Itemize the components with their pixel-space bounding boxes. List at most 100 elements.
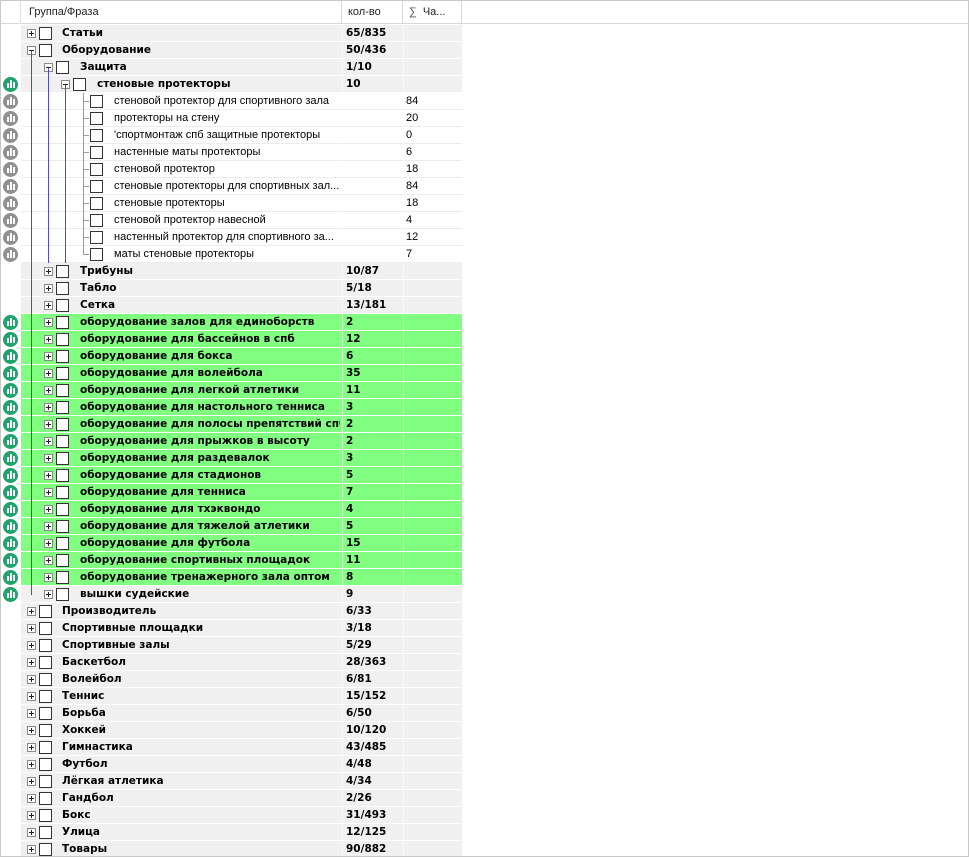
stats-icon[interactable] [3, 417, 18, 432]
row-checkbox[interactable] [73, 78, 86, 91]
column-header-group[interactable]: Группа/Фраза [21, 0, 342, 24]
stats-icon[interactable] [3, 570, 18, 585]
row-checkbox[interactable] [56, 588, 69, 601]
group-row[interactable]: оборудование для тяжелой атлетики 5 [0, 518, 969, 535]
group-row[interactable]: Производитель 6/33 [0, 603, 969, 620]
group-row[interactable]: стеновые протекторы 10 [0, 76, 969, 93]
group-row[interactable]: оборудование для легкой атлетики 11 [0, 382, 969, 399]
expand-icon[interactable] [44, 284, 53, 293]
expand-icon[interactable] [44, 556, 53, 565]
group-row[interactable]: оборудование для полосы препятствий спб 2 [0, 416, 969, 433]
group-row[interactable]: оборудование залов для единоборств 2 [0, 314, 969, 331]
row-checkbox[interactable] [56, 571, 69, 584]
stats-icon[interactable] [3, 230, 18, 245]
row-checkbox[interactable] [39, 27, 52, 40]
group-row[interactable]: вышки судейские 9 [0, 586, 969, 603]
row-checkbox[interactable] [39, 639, 52, 652]
stats-icon[interactable] [3, 553, 18, 568]
phrase-row[interactable]: 'спортмонтаж спб защитные протекторы 0 [0, 127, 969, 144]
row-checkbox[interactable] [56, 299, 69, 312]
row-checkbox[interactable] [56, 367, 69, 380]
row-checkbox[interactable] [56, 469, 69, 482]
group-row[interactable]: Защита 1/10 [0, 59, 969, 76]
group-row[interactable]: Футбол 4/48 [0, 756, 969, 773]
group-row[interactable]: оборудование для раздевалок 3 [0, 450, 969, 467]
group-row[interactable]: Сетка 13/181 [0, 297, 969, 314]
phrase-row[interactable]: стеновой протектор 18 [0, 161, 969, 178]
row-checkbox[interactable] [39, 673, 52, 686]
row-checkbox[interactable] [90, 163, 103, 176]
group-row[interactable]: Спортивные площадки 3/18 [0, 620, 969, 637]
expand-icon[interactable] [44, 403, 53, 412]
row-checkbox[interactable] [90, 180, 103, 193]
expand-icon[interactable] [27, 794, 36, 803]
row-checkbox[interactable] [39, 656, 52, 669]
expand-icon[interactable] [27, 641, 36, 650]
phrase-row[interactable]: настенный протектор для спортивного за..… [0, 229, 969, 246]
group-row[interactable]: оборудование для прыжков в высоту 2 [0, 433, 969, 450]
group-row[interactable]: Гандбол 2/26 [0, 790, 969, 807]
stats-icon[interactable] [3, 196, 18, 211]
stats-icon[interactable] [3, 213, 18, 228]
stats-icon[interactable] [3, 111, 18, 126]
phrase-row[interactable]: маты стеновые протекторы 7 [0, 246, 969, 263]
stats-icon[interactable] [3, 179, 18, 194]
phrase-row[interactable]: стеновой протектор для спортивного зала 8… [0, 93, 969, 110]
row-checkbox[interactable] [56, 401, 69, 414]
stats-icon[interactable] [3, 434, 18, 449]
expand-icon[interactable] [27, 675, 36, 684]
group-row[interactable]: Бокс 31/493 [0, 807, 969, 824]
row-checkbox[interactable] [56, 503, 69, 516]
group-row[interactable]: оборудование для стадионов 5 [0, 467, 969, 484]
group-row[interactable]: оборудование для тенниса 7 [0, 484, 969, 501]
stats-icon[interactable] [3, 247, 18, 262]
stats-icon[interactable] [3, 400, 18, 415]
expand-icon[interactable] [44, 267, 53, 276]
expand-icon[interactable] [27, 624, 36, 633]
row-checkbox[interactable] [56, 435, 69, 448]
row-checkbox[interactable] [39, 758, 52, 771]
expand-icon[interactable] [44, 471, 53, 480]
row-checkbox[interactable] [90, 146, 103, 159]
row-checkbox[interactable] [39, 622, 52, 635]
group-row[interactable]: Улица 12/125 [0, 824, 969, 841]
row-checkbox[interactable] [56, 61, 69, 74]
expand-icon[interactable] [44, 301, 53, 310]
row-checkbox[interactable] [39, 605, 52, 618]
expand-icon[interactable] [44, 488, 53, 497]
row-checkbox[interactable] [56, 384, 69, 397]
expand-icon[interactable] [27, 743, 36, 752]
expand-icon[interactable] [44, 522, 53, 531]
group-row[interactable]: оборудование тренажерного зала оптом 8 [0, 569, 969, 586]
group-row[interactable]: оборудование для настольного тенниса 3 [0, 399, 969, 416]
row-checkbox[interactable] [56, 418, 69, 431]
stats-icon[interactable] [3, 519, 18, 534]
expand-icon[interactable] [44, 352, 53, 361]
row-checkbox[interactable] [56, 350, 69, 363]
column-header-count[interactable]: кол-во [342, 0, 403, 24]
group-row[interactable]: оборудование для бокса 6 [0, 348, 969, 365]
row-checkbox[interactable] [56, 333, 69, 346]
group-row[interactable]: Оборудование 50/436 [0, 42, 969, 59]
stats-icon[interactable] [3, 502, 18, 517]
group-row[interactable]: оборудование для бассейнов в спб 12 [0, 331, 969, 348]
group-row[interactable]: оборудование для футбола 15 [0, 535, 969, 552]
row-checkbox[interactable] [90, 248, 103, 261]
group-row[interactable]: Лёгкая атлетика 4/34 [0, 773, 969, 790]
stats-icon[interactable] [3, 145, 18, 160]
phrase-row[interactable]: настенные маты протекторы 6 [0, 144, 969, 161]
expand-icon[interactable] [44, 420, 53, 429]
stats-icon[interactable] [3, 77, 18, 92]
expand-icon[interactable] [27, 658, 36, 667]
stats-icon[interactable] [3, 332, 18, 347]
row-checkbox[interactable] [90, 214, 103, 227]
row-checkbox[interactable] [39, 775, 52, 788]
row-checkbox[interactable] [56, 452, 69, 465]
row-checkbox[interactable] [39, 792, 52, 805]
expand-icon[interactable] [27, 29, 36, 38]
row-checkbox[interactable] [56, 282, 69, 295]
phrase-row[interactable]: стеновые протекторы 18 [0, 195, 969, 212]
expand-icon[interactable] [27, 845, 36, 854]
expand-icon[interactable] [27, 692, 36, 701]
phrase-row[interactable]: протекторы на стену 20 [0, 110, 969, 127]
